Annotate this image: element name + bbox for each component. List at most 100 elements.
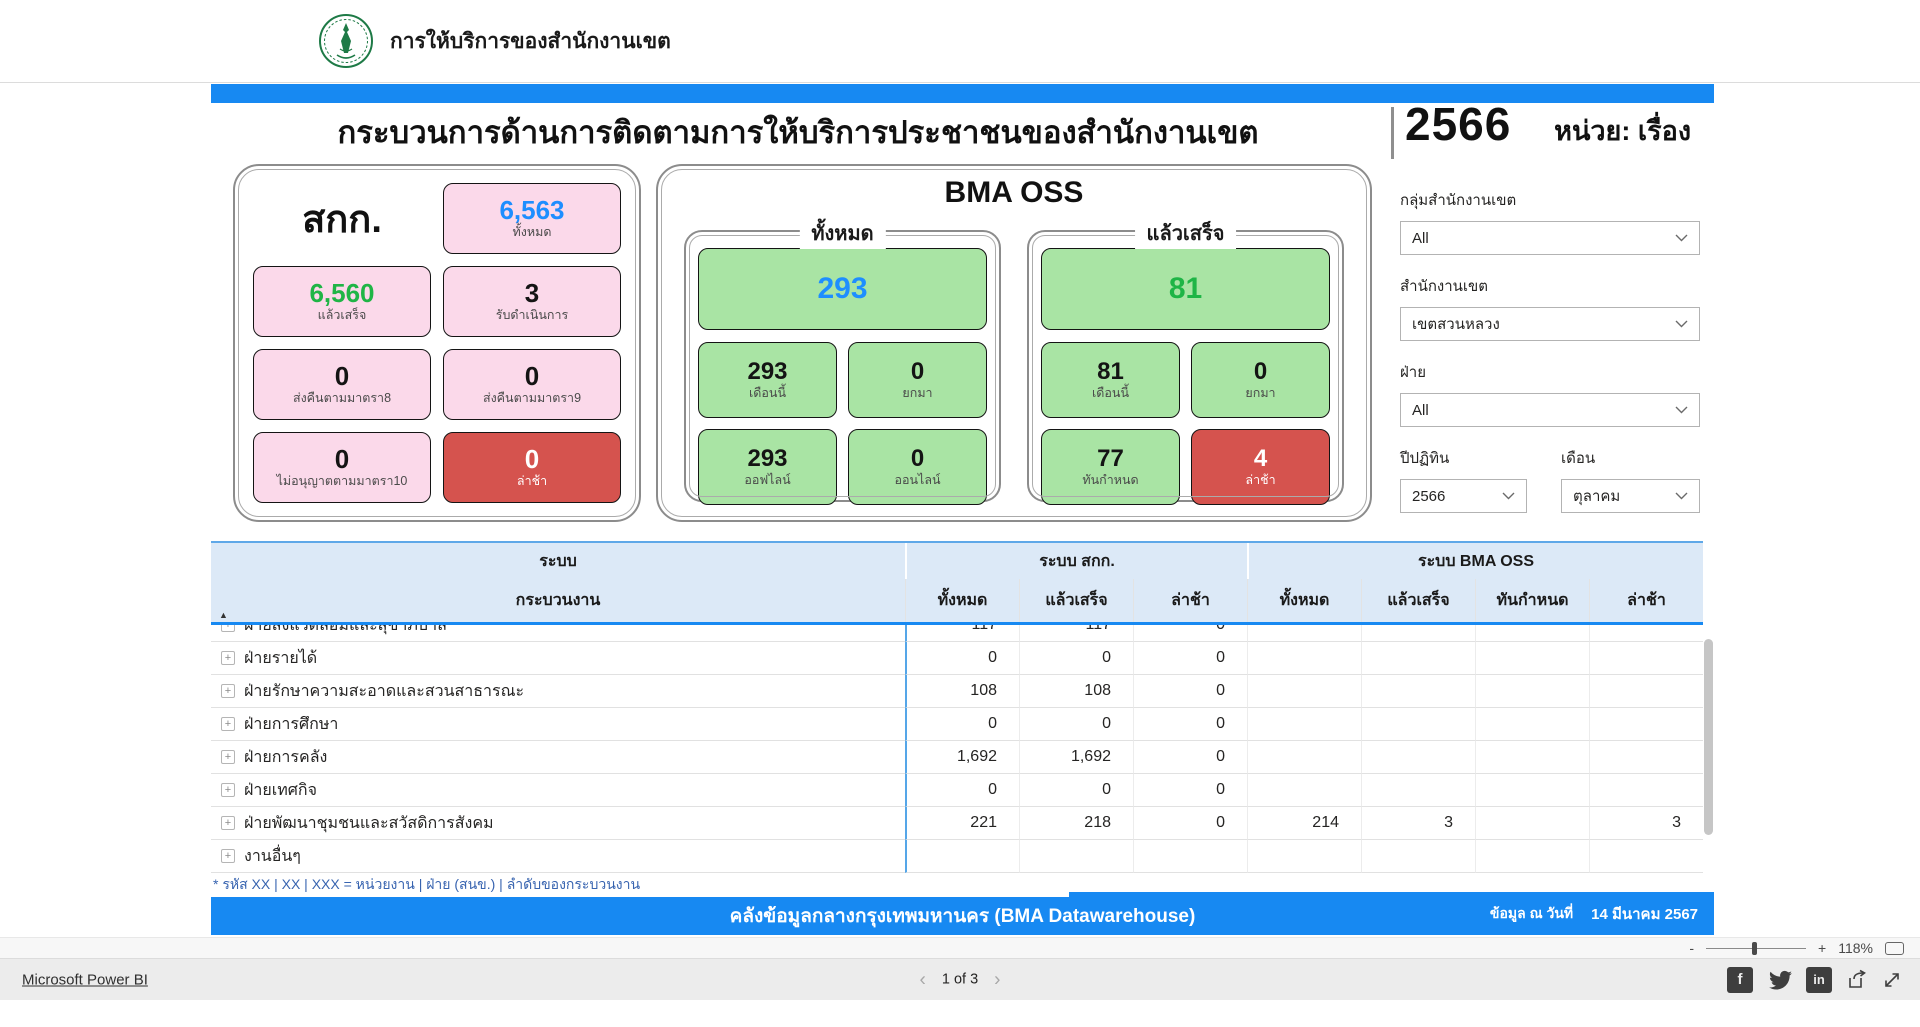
kpi-tile-delayed[interactable]: 0 ล่าช้า bbox=[443, 432, 621, 503]
facebook-icon[interactable]: f bbox=[1727, 967, 1753, 993]
cell-oss-delayed bbox=[1589, 774, 1703, 807]
chevron-down-icon bbox=[1502, 492, 1515, 500]
cell-sakok-delayed: 0 bbox=[1133, 625, 1247, 642]
kpi-tile-returned-m8[interactable]: 0 ส่งคืนตามมาตรา8 bbox=[253, 349, 431, 420]
zoom-slider[interactable] bbox=[1706, 948, 1806, 949]
table-row[interactable]: +ฝ่ายการคลัง 1,692 1,692 0 bbox=[211, 741, 1703, 774]
table-row[interactable]: +ฝ่ายรักษาความสะอาดและสวนสาธารณะ 108 108… bbox=[211, 675, 1703, 708]
cell-sakok-total: 1,692 bbox=[905, 741, 1019, 774]
oss-total-carried-tile[interactable]: 0 ยกมา bbox=[848, 342, 987, 418]
kpi-value: 6,560 bbox=[309, 280, 374, 306]
kpi-label: แล้วเสร็จ bbox=[318, 309, 367, 323]
page-title: กระบวนการด้านการติดตามการให้บริการประชาช… bbox=[211, 107, 1385, 157]
oss-total-this-month-tile[interactable]: 293 เดือนนี้ bbox=[698, 342, 837, 418]
share-icon[interactable] bbox=[1846, 969, 1868, 991]
column-header-sakok-total[interactable]: ทั้งหมด bbox=[905, 579, 1019, 622]
expand-plus-icon[interactable]: + bbox=[221, 783, 235, 797]
cell-oss-on-time bbox=[1475, 741, 1589, 774]
cell-oss-completed bbox=[1361, 625, 1475, 642]
oss-total-offline-tile[interactable]: 293 ออฟไลน์ bbox=[698, 429, 837, 505]
expand-plus-icon[interactable]: + bbox=[221, 651, 235, 665]
column-header-oss-completed[interactable]: แล้วเสร็จ bbox=[1361, 579, 1475, 622]
cell-oss-total bbox=[1247, 741, 1361, 774]
district-group-dropdown[interactable]: All bbox=[1400, 221, 1700, 255]
process-name: ฝ่ายเทศกิจ bbox=[244, 778, 317, 803]
powerbi-brand-link[interactable]: Microsoft Power BI bbox=[22, 971, 148, 988]
expand-plus-icon[interactable]: + bbox=[221, 717, 235, 731]
page-navigation: ‹ 1 of 3 › bbox=[920, 970, 1001, 989]
cell-oss-on-time bbox=[1475, 708, 1589, 741]
oss-done-carried-tile[interactable]: 0 ยกมา bbox=[1191, 342, 1330, 418]
table-row[interactable]: +ฝ่ายเทศกิจ 0 0 0 bbox=[211, 774, 1703, 807]
kpi-value: 0 bbox=[525, 446, 539, 472]
column-header-sakok-delayed[interactable]: ล่าช้า bbox=[1133, 579, 1247, 622]
table-row[interactable]: +ฝ่ายรายได้ 0 0 0 bbox=[211, 642, 1703, 675]
district-dropdown[interactable]: เขตสวนหลวง bbox=[1400, 307, 1700, 341]
previous-page-chevron-icon[interactable]: ‹ bbox=[920, 970, 926, 989]
oss-done-main-tile[interactable]: 81 bbox=[1041, 248, 1330, 330]
oss-total-main-tile[interactable]: 293 bbox=[698, 248, 987, 330]
column-header-process[interactable]: กระบวนงาน ▲ bbox=[211, 579, 905, 622]
oss-done-delayed-tile[interactable]: 4 ล่าช้า bbox=[1191, 429, 1330, 505]
expand-plus-icon[interactable]: + bbox=[221, 849, 235, 863]
share-icons-group: f in bbox=[1727, 967, 1902, 993]
kpi-tile-denied-m10[interactable]: 0 ไม่อนุญาตตามมาตรา10 bbox=[253, 432, 431, 503]
process-name: ฝ่ายสิ่งแวดล้อมและสุขาภิบาล bbox=[244, 625, 447, 638]
column-header-oss-on-time[interactable]: ทันกำหนด bbox=[1475, 579, 1589, 622]
column-header-oss-total[interactable]: ทั้งหมด bbox=[1247, 579, 1361, 622]
twitter-icon[interactable] bbox=[1767, 969, 1792, 990]
year-dropdown[interactable]: 2566 bbox=[1400, 479, 1527, 513]
zoom-control-row: - + 118% bbox=[0, 937, 1920, 959]
bma-seal-logo bbox=[318, 13, 374, 69]
fullscreen-icon[interactable] bbox=[1882, 970, 1902, 990]
kpi-tile-returned-m9[interactable]: 0 ส่งคืนตามมาตรา9 bbox=[443, 349, 621, 420]
zoom-slider-thumb[interactable] bbox=[1752, 942, 1757, 955]
expand-plus-icon[interactable]: + bbox=[221, 816, 235, 830]
cell-oss-total bbox=[1247, 774, 1361, 807]
sakok-card-title: สกก. bbox=[253, 183, 431, 254]
column-header-sakok-completed[interactable]: แล้วเสร็จ bbox=[1019, 579, 1133, 622]
datawarehouse-title: คลังข้อมูลกลางกรุงเทพมหานคร (BMA Datawar… bbox=[211, 897, 1714, 935]
kpi-tile-total[interactable]: 6,563 ทั้งหมด bbox=[443, 183, 621, 254]
kpi-tile-completed[interactable]: 6,560 แล้วเสร็จ bbox=[253, 266, 431, 337]
fit-to-page-icon[interactable] bbox=[1885, 942, 1904, 955]
filter-label-district: สำนักงานเขต bbox=[1400, 274, 1700, 298]
zoom-in-button[interactable]: + bbox=[1818, 940, 1826, 956]
sort-ascending-icon[interactable]: ▲ bbox=[219, 610, 228, 620]
scrollbar-thumb[interactable] bbox=[1704, 639, 1713, 835]
oss-done-this-month-tile[interactable]: 81 เดือนนี้ bbox=[1041, 342, 1180, 418]
division-dropdown[interactable]: All bbox=[1400, 393, 1700, 427]
oss-done-on-time-tile[interactable]: 77 ทันกำหนด bbox=[1041, 429, 1180, 505]
cell-oss-on-time bbox=[1475, 625, 1589, 642]
kpi-value: 293 bbox=[747, 447, 787, 471]
year-value: 2566 bbox=[1405, 97, 1511, 151]
month-dropdown[interactable]: ตุลาคม bbox=[1561, 479, 1700, 513]
table-row[interactable]: +ฝ่ายการศึกษา 0 0 0 bbox=[211, 708, 1703, 741]
process-name: ฝ่ายการศึกษา bbox=[244, 712, 338, 737]
kpi-tile-in-progress[interactable]: 3 รับดำเนินการ bbox=[443, 266, 621, 337]
expand-plus-icon[interactable]: + bbox=[221, 625, 235, 632]
column-header-oss-delayed[interactable]: ล่าช้า bbox=[1589, 579, 1703, 622]
oss-done-legend: แล้วเสร็จ bbox=[1135, 217, 1237, 249]
cell-sakok-delayed: 0 bbox=[1133, 774, 1247, 807]
group-header-system: ระบบ bbox=[211, 543, 905, 579]
cell-sakok-completed: 0 bbox=[1019, 708, 1133, 741]
next-page-chevron-icon[interactable]: › bbox=[994, 970, 1000, 989]
filter-label-year: ปีปฏิทิน bbox=[1400, 446, 1527, 470]
expand-plus-icon[interactable]: + bbox=[221, 750, 235, 764]
process-matrix-table: ระบบ ระบบ สกก. ระบบ BMA OSS กระบวนงาน ▲ … bbox=[211, 541, 1703, 873]
cell-sakok-total: 117 bbox=[905, 625, 1019, 642]
linkedin-icon[interactable]: in bbox=[1806, 967, 1832, 993]
cell-sakok-total: 0 bbox=[905, 642, 1019, 675]
table-row[interactable]: +ฝ่ายสิ่งแวดล้อมและสุขาภิบาล 117 117 0 bbox=[211, 625, 1703, 642]
cell-oss-total bbox=[1247, 708, 1361, 741]
table-row[interactable]: +ฝ่ายพัฒนาชุมชนและสวัสดิการสังคม 221 218… bbox=[211, 807, 1703, 840]
zoom-out-button[interactable]: - bbox=[1689, 940, 1694, 956]
table-scrollbar[interactable] bbox=[1704, 625, 1713, 873]
oss-total-online-tile[interactable]: 0 ออนไลน์ bbox=[848, 429, 987, 505]
filter-label-district-group: กลุ่มสำนักงานเขต bbox=[1400, 188, 1700, 212]
dropdown-value: All bbox=[1412, 230, 1429, 247]
table-row[interactable]: +งานอื่นๆ bbox=[211, 840, 1703, 873]
filter-label-division: ฝ่าย bbox=[1400, 360, 1700, 384]
expand-plus-icon[interactable]: + bbox=[221, 684, 235, 698]
